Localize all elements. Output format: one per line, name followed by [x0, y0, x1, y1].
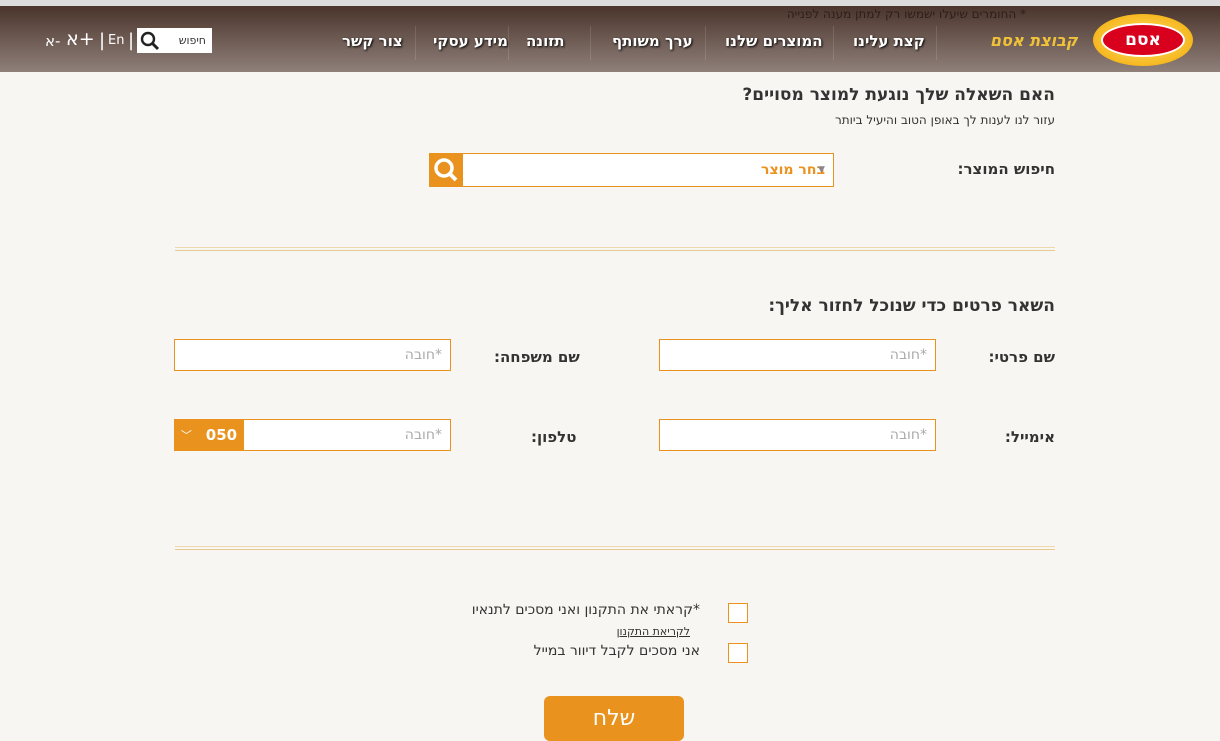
search-icon: [434, 158, 458, 182]
product-search-button[interactable]: [429, 153, 463, 187]
dropdown-arrow-icon: ▼: [818, 165, 825, 175]
site-search[interactable]: חיפוש: [137, 28, 212, 53]
first-name-input[interactable]: *חובה: [659, 339, 936, 371]
email-input[interactable]: *חובה: [659, 419, 936, 451]
phone-prefix-value: 050: [205, 426, 238, 444]
terms-link[interactable]: לקריאת התקנון: [617, 625, 690, 638]
divider: |: [128, 30, 135, 51]
product-title: האם השאלה שלך נוגעת למוצר מסויים?: [742, 85, 1055, 105]
product-search-label: חיפוש המוצר:: [957, 160, 1055, 178]
email-label: אימייל:: [1004, 428, 1055, 446]
search-label: חיפוש: [178, 34, 206, 47]
nav-divider: [833, 26, 834, 60]
section-divider: [175, 247, 1055, 251]
product-select-value: בחר מוצר: [761, 162, 825, 178]
phone-label: טלפון:: [531, 428, 577, 446]
newsletter-label: אני מסכים לקבל דיוור במייל: [533, 643, 700, 659]
nav-about[interactable]: קצת עלינו: [853, 32, 925, 50]
product-select[interactable]: בחר מוצר ▼: [462, 153, 834, 187]
phone-prefix-select[interactable]: ﹀ 050: [174, 419, 244, 451]
terms-label: *קראתי את התקנון ואני מסכים לתנאיו: [471, 602, 700, 618]
nav-divider: [415, 26, 416, 60]
newsletter-checkbox[interactable]: [728, 643, 748, 663]
header-notice: * החומרים שיעלו ישמשו רק למתן מענה לפניי…: [786, 7, 1026, 21]
nav-shared-value[interactable]: ערך משותף: [612, 32, 693, 50]
terms-checkbox[interactable]: [728, 603, 748, 623]
last-name-input[interactable]: *חובה: [174, 339, 451, 371]
nav-divider: [508, 26, 509, 60]
divider: |: [99, 30, 106, 51]
product-subtitle: עזור לנו לענות לך באופן הטוב והיעיל ביות…: [834, 113, 1055, 127]
brand-name[interactable]: קבוצת אסם: [990, 31, 1078, 50]
section-divider: [175, 546, 1055, 550]
language-en[interactable]: En: [108, 33, 124, 48]
nav-nutrition[interactable]: תזונה: [526, 32, 565, 50]
submit-button[interactable]: שלח: [544, 696, 684, 741]
details-title: השאר פרטים כדי שנוכל לחזור אליך:: [768, 296, 1055, 316]
nav-business-info[interactable]: מידע עסקי: [433, 32, 508, 50]
osem-logo[interactable]: אסם: [1093, 14, 1193, 66]
last-name-label: שם משפחה:: [494, 348, 580, 366]
chevron-down-icon: ﹀: [180, 429, 192, 442]
font-increase[interactable]: א+: [66, 28, 95, 50]
phone-input[interactable]: *חובה: [243, 419, 451, 451]
logo-text: אסם: [1101, 23, 1185, 57]
nav-divider: [936, 26, 937, 60]
font-decrease[interactable]: א-: [45, 32, 60, 50]
nav-contact[interactable]: צור קשר: [342, 32, 403, 50]
first-name-label: שם פרטי:: [988, 348, 1055, 366]
nav-divider: [590, 26, 591, 60]
nav-divider: [705, 26, 706, 60]
nav-products[interactable]: המוצרים שלנו: [725, 32, 823, 50]
search-icon[interactable]: [140, 31, 160, 51]
